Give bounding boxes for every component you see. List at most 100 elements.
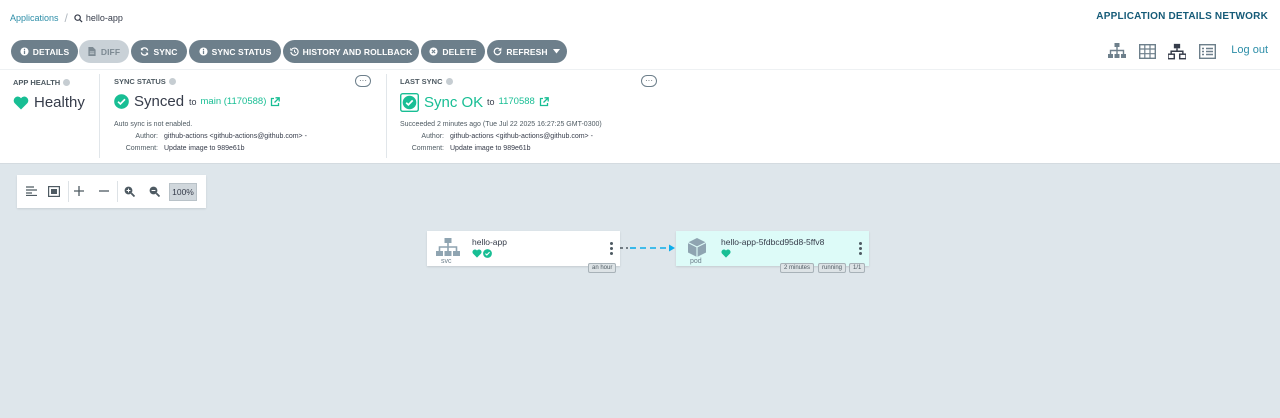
history-rollback-button[interactable]: HISTORY AND ROLLBACK — [283, 40, 419, 63]
help-icon[interactable] — [63, 79, 71, 86]
external-link-icon[interactable] — [539, 96, 549, 107]
author-value: github-actions <github-actions@github.co… — [450, 133, 593, 140]
pod-node-kind: pod — [690, 258, 702, 265]
check-circle-icon — [483, 249, 492, 258]
sync-status-value-row: Synced — [114, 93, 184, 110]
svc-node[interactable]: svc hello-app an hour — [427, 231, 620, 273]
toolbar: DETAILS DIFF SYNC SYNC STATUS HISTORY AN… — [0, 34, 1280, 70]
tree-view-icon[interactable] — [1108, 42, 1126, 60]
sync-status-button[interactable]: SYNC STATUS — [189, 40, 281, 63]
last-sync-to-text: to — [487, 96, 495, 107]
top-bar: Applications / hello-app APPLICATION DET… — [0, 0, 1280, 34]
last-sync-comment-row: Comment: Update image to 989e61b — [400, 145, 531, 152]
sync-status-more-button[interactable]: ··· — [355, 75, 371, 87]
sync-status-comment-row: Comment: Update image to 989e61b — [114, 145, 245, 152]
last-sync-more-button[interactable]: ··· — [641, 75, 657, 87]
view-switcher — [1108, 42, 1216, 60]
sync-icon — [140, 47, 149, 56]
sync-status-author-row: Author: github-actions <github-actions@g… — [114, 133, 307, 140]
app-health-value: Healthy — [34, 94, 85, 111]
collapse-icon[interactable] — [97, 184, 111, 198]
last-sync-succeeded-text: Succeeded 2 minutes ago (Tue Jul 22 2025… — [400, 121, 602, 128]
last-sync-value: Sync OK — [424, 94, 484, 111]
svc-node-kind: svc — [441, 258, 452, 265]
comment-value: Update image to 989e61b — [164, 145, 245, 152]
auto-sync-text: Auto sync is not enabled. — [114, 121, 193, 128]
help-icon[interactable] — [168, 78, 176, 85]
external-link-icon[interactable] — [270, 96, 281, 107]
last-sync-revision-link[interactable]: 1170588 — [499, 96, 535, 107]
last-sync-label: LAST SYNC — [400, 77, 453, 86]
network-view-icon[interactable] — [1168, 42, 1186, 60]
pods-view-icon[interactable] — [1138, 42, 1156, 60]
page-title: APPLICATION DETAILS NETWORK — [1096, 11, 1268, 22]
delete-button-label: DELETE — [442, 46, 477, 57]
svc-node-menu-icon[interactable] — [609, 242, 613, 255]
refresh-button-label: REFRESH — [506, 46, 548, 57]
zoom-level[interactable]: 100% — [169, 183, 197, 201]
history-rollback-button-label: HISTORY AND ROLLBACK — [302, 46, 413, 57]
sync-button[interactable]: SYNC — [131, 40, 187, 63]
help-icon[interactable] — [445, 78, 453, 85]
refresh-button[interactable]: REFRESH — [487, 40, 567, 63]
breadcrumb-current-label: hello-app — [85, 13, 123, 23]
pod-node-name: hello-app-5fdbcd95d8-5ffv8 — [721, 237, 825, 247]
refresh-icon — [493, 47, 502, 56]
pod-node[interactable]: pod hello-app-5fdbcd95d8-5ffv8 2 minutes… — [676, 231, 869, 273]
details-button-label: DETAILS — [32, 46, 70, 57]
breadcrumb: Applications / hello-app — [10, 11, 123, 25]
status-panel: APP HEALTH Healthy SYNC STATUS ··· Synce… — [0, 70, 1280, 164]
caret-down-icon — [552, 47, 561, 56]
last-sync-value-row: Sync OK — [400, 93, 483, 112]
details-button[interactable]: DETAILS — [11, 40, 78, 63]
breadcrumb-applications-link[interactable]: Applications — [10, 13, 59, 23]
app-health-label-text: APP HEALTH — [13, 78, 61, 87]
check-square-icon — [400, 93, 419, 112]
breadcrumb-current: hello-app — [74, 13, 123, 23]
divider — [68, 181, 69, 202]
fit-to-screen-icon[interactable] — [47, 184, 61, 198]
heart-icon — [721, 249, 731, 258]
info-icon — [20, 47, 29, 56]
pod-node-age-tag: 2 minutes — [780, 263, 815, 273]
heart-icon — [13, 96, 29, 109]
diff-button[interactable]: DIFF — [79, 40, 129, 63]
divider — [117, 181, 118, 202]
last-sync-label-text: LAST SYNC — [400, 77, 443, 86]
author-label: Author: — [421, 133, 444, 140]
file-icon — [88, 47, 97, 56]
pod-node-status-tag: running — [818, 263, 847, 273]
align-left-icon[interactable] — [24, 184, 38, 198]
diff-button-label: DIFF — [100, 46, 121, 57]
author-label: Author: — [135, 133, 158, 140]
last-sync-revision-row: to 1170588 — [487, 96, 549, 107]
breadcrumb-separator: / — [64, 11, 68, 25]
pod-node-ready-tag: 1/1 — [849, 263, 866, 273]
service-icon — [436, 238, 460, 256]
check-circle-icon — [114, 94, 129, 109]
delete-icon — [429, 47, 438, 56]
divider — [386, 74, 387, 158]
logout-link[interactable]: Log out — [1231, 44, 1268, 56]
graph-controls: 100% — [17, 175, 206, 208]
heart-icon — [472, 249, 482, 258]
pod-node-menu-icon[interactable] — [858, 242, 862, 255]
list-view-icon[interactable] — [1198, 42, 1216, 60]
history-icon — [289, 47, 299, 56]
search-icon — [74, 13, 83, 23]
zoom-in-icon[interactable] — [122, 184, 136, 198]
sync-button-label: SYNC — [153, 46, 178, 57]
svc-node-name: hello-app — [472, 237, 507, 247]
app-health-label: APP HEALTH — [13, 78, 71, 87]
app-health-status: Healthy — [13, 94, 85, 111]
expand-icon[interactable] — [72, 184, 86, 198]
zoom-out-icon[interactable] — [147, 184, 161, 198]
last-sync-author-row: Author: github-actions <github-actions@g… — [400, 133, 593, 140]
pod-cube-icon — [687, 238, 707, 257]
sync-status-revision-link[interactable]: main (1170588) — [201, 96, 267, 107]
sync-status-value: Synced — [134, 93, 185, 110]
delete-button[interactable]: DELETE — [421, 40, 485, 63]
sync-status-to-text: to — [189, 96, 197, 107]
svc-node-age-tag: an hour — [588, 263, 617, 273]
sync-status-button-label: SYNC STATUS — [211, 46, 272, 57]
